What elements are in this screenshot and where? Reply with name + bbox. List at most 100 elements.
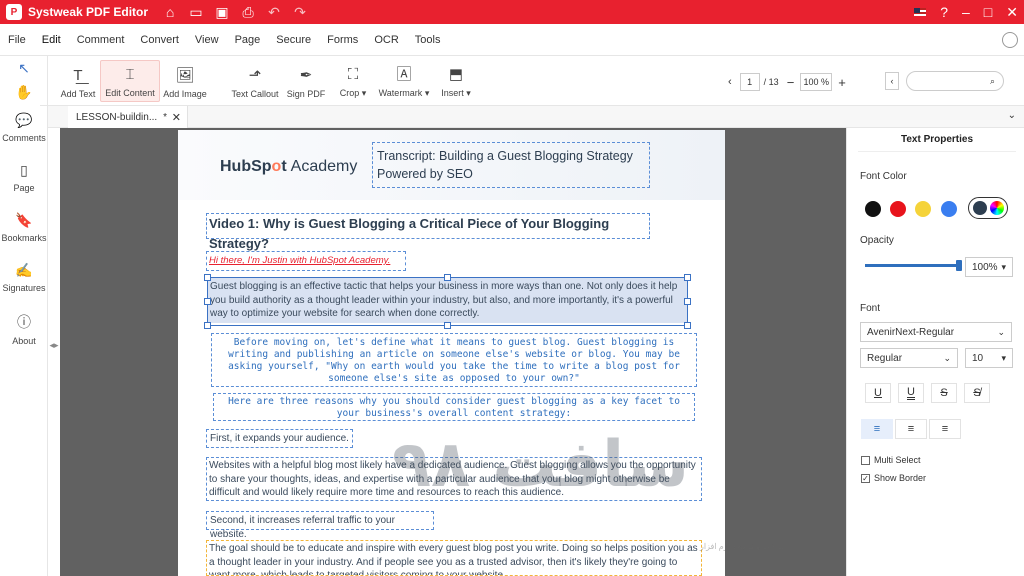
menu-view[interactable]: View (187, 34, 227, 46)
info-icon: ⓘ (17, 314, 31, 330)
align-center-button[interactable]: ≡ (895, 419, 927, 439)
close-tab-icon[interactable]: ✕ (172, 111, 181, 124)
redo-icon[interactable]: ↷ (292, 4, 308, 21)
multi-select-checkbox[interactable] (861, 456, 870, 465)
open-folder-icon[interactable]: ▭ (188, 4, 204, 21)
zoom-out-icon[interactable]: − (787, 75, 795, 90)
save-icon[interactable]: ▣ (214, 4, 230, 21)
zoom-in-icon[interactable]: + (838, 75, 846, 90)
show-border-checkbox[interactable]: ✓ (861, 474, 870, 483)
resize-handle-bl[interactable] (204, 322, 211, 329)
watermark-overlay: سافت ۹۸ (392, 428, 690, 502)
resize-handle-br[interactable] (684, 322, 691, 329)
resize-handle-tl[interactable] (204, 274, 211, 281)
rail-about[interactable]: ⓘ About (0, 312, 48, 346)
menu-file[interactable]: File (0, 34, 34, 46)
greeting-box[interactable]: Hi there, I'm Justin with HubSpot Academ… (206, 251, 406, 271)
search-icon: ⌕ (989, 75, 995, 86)
menu-tools[interactable]: Tools (407, 34, 449, 46)
menu-convert[interactable]: Convert (132, 34, 187, 46)
rail-page[interactable]: ▯ Page (0, 162, 48, 193)
custom-color-picker[interactable] (968, 197, 1008, 219)
logo-academy: Academy (290, 158, 358, 175)
add-image-label: Add Image (163, 89, 207, 99)
clear-strikethrough-button[interactable]: S̸ (964, 383, 990, 403)
insert-button[interactable]: ⬒ Insert ▾ (436, 60, 476, 102)
logo-part-2: t (281, 158, 287, 175)
resize-handle-bm[interactable] (444, 322, 451, 329)
logo-sprocket: o (271, 158, 282, 175)
history-icon[interactable] (1002, 32, 1018, 48)
minimize-icon[interactable]: – (962, 4, 970, 20)
tab-document[interactable]: LESSON-buildin... * ✕ (68, 106, 188, 128)
second-reason-box[interactable]: Second, it increases referral traffic to… (206, 511, 434, 540)
color-swatch-blue[interactable] (941, 201, 957, 217)
language-flag-icon[interactable] (914, 8, 927, 16)
crop-button[interactable]: ⛶ Crop ▾ (336, 60, 370, 102)
resize-handle-tm[interactable] (444, 274, 451, 281)
resize-handle-mr[interactable] (684, 298, 691, 305)
paragraph-3-box[interactable]: The goal should be to educate and inspir… (206, 540, 702, 576)
menu-ocr[interactable]: OCR (366, 34, 406, 46)
resize-handle-tr[interactable] (684, 274, 691, 281)
menu-comment[interactable]: Comment (69, 34, 133, 46)
reasons-box[interactable]: Here are three reasons why you should co… (213, 393, 695, 421)
panel-splitter-handle[interactable]: ◂▸ (48, 340, 60, 351)
selected-paragraph-box[interactable]: Guest blogging is an effective tactic th… (204, 274, 691, 329)
rail-bookmarks[interactable]: 🔖 Bookmarks (0, 212, 48, 243)
text-callout-button[interactable]: ⬏ Text Callout (230, 60, 280, 102)
app-title: Systweak PDF Editor (28, 5, 149, 19)
page-number-input[interactable]: 1 (739, 73, 760, 91)
cursor-icon: ↖ (18, 60, 30, 76)
opacity-select[interactable]: 100% ▾ (965, 257, 1013, 277)
menu-forms[interactable]: Forms (319, 34, 366, 46)
add-image-button[interactable]: 🖼 Add Image (162, 60, 208, 102)
color-swatch-black[interactable] (865, 201, 881, 217)
align-left-button[interactable]: ≡ (861, 419, 893, 439)
rail-comments[interactable]: 💬 Comments (0, 112, 48, 143)
print-icon[interactable]: ⎙ (240, 4, 256, 21)
rail-signatures[interactable]: ✍ Signatures (0, 262, 48, 293)
crop-label: Crop ▾ (339, 88, 367, 98)
watermark-subtext: ساخت و توسعه نرم افزار (700, 542, 785, 551)
align-right-button[interactable]: ≡ (929, 419, 961, 439)
insert-icon: ⬒ (448, 66, 464, 83)
font-family-select[interactable]: AvenirNext-Regular ⌄ (860, 322, 1012, 342)
home-icon[interactable]: ⌂ (162, 4, 178, 20)
definition-box[interactable]: Before moving on, let's define what it m… (211, 333, 697, 387)
menu-page[interactable]: Page (227, 34, 269, 46)
search-input[interactable]: ⌕ (906, 71, 1004, 91)
underline-button[interactable]: U (865, 383, 891, 403)
resize-handle-ml[interactable] (204, 298, 211, 305)
undo-icon[interactable]: ↶ (266, 4, 282, 21)
tab-list-chevron-icon[interactable]: ⌄ (1008, 110, 1016, 121)
transcript-title-box[interactable]: Transcript: Building a Guest Blogging St… (372, 142, 650, 188)
sign-pdf-button[interactable]: ✒ Sign PDF (286, 60, 326, 102)
zoom-level[interactable]: 100 % (800, 73, 833, 91)
opacity-slider-track[interactable] (865, 260, 962, 271)
maximize-icon[interactable]: □ (984, 4, 992, 20)
strikethrough-button[interactable]: S (931, 383, 957, 403)
color-swatch-red[interactable] (890, 201, 906, 217)
opacity-slider-thumb[interactable] (956, 260, 962, 271)
close-window-icon[interactable]: ✕ (1006, 4, 1018, 21)
first-reason-box[interactable]: First, it expands your audience. (206, 429, 353, 448)
double-underline-button[interactable]: U (898, 383, 924, 403)
color-swatch-yellow[interactable] (915, 201, 931, 217)
font-style-value: Regular (867, 352, 903, 364)
menu-secure[interactable]: Secure (268, 34, 319, 46)
font-style-select[interactable]: Regular ⌄ (860, 348, 958, 368)
font-family-chevron-icon: ⌄ (997, 326, 1005, 337)
pen-icon: ✒ (299, 67, 313, 84)
edit-content-button[interactable]: ⌶ Edit Content (100, 60, 160, 102)
add-image-icon: 🖼 (175, 67, 195, 84)
rail-about-label: About (12, 336, 36, 346)
font-size-select[interactable]: 10 ▾ (965, 348, 1013, 368)
prev-page-icon[interactable]: ‹ (728, 76, 732, 88)
add-text-button[interactable]: T͟ Add Text (58, 60, 98, 102)
watermark-button[interactable]: 🄰 Watermark ▾ (376, 60, 432, 102)
search-back-icon[interactable]: ‹ (885, 72, 899, 90)
help-icon[interactable]: ? (940, 4, 948, 20)
menu-edit[interactable]: Edit (34, 34, 69, 46)
heading-box[interactable]: Video 1: Why is Guest Blogging a Critica… (206, 213, 650, 251)
